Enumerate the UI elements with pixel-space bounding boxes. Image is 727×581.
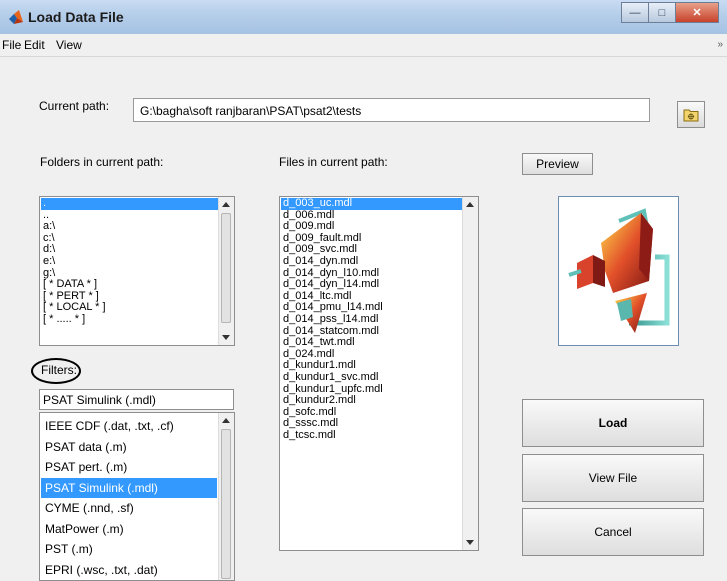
filter-options: IEEE CDF (.dat, .txt, .cf) PSAT data (.m)… [41, 416, 217, 581]
title-bar[interactable]: Load Data File — □ ✕ [0, 0, 727, 35]
minimize-button[interactable]: — [621, 2, 649, 23]
model-preview-graphic [568, 208, 670, 333]
filters-annotation-circle [31, 358, 81, 384]
current-path-label: Current path: [39, 99, 110, 113]
folders-label: Folders in current path: [40, 155, 164, 169]
minimize-icon: — [629, 6, 641, 19]
window-title: Load Data File [28, 9, 124, 25]
menu-edit[interactable]: Edit [24, 38, 45, 52]
file-list-item[interactable]: d_kundur1_svc.mdl [281, 371, 462, 384]
menu-overflow-icon[interactable]: » [717, 39, 723, 50]
filter-option[interactable]: MatPower (.m) [41, 519, 217, 540]
files-scrollbar[interactable] [462, 197, 478, 550]
folders-scrollbar[interactable] [218, 197, 234, 345]
files-listbox[interactable]: d_003_uc.mdl d_006.mdl d_009.mdl d_009_faul… [279, 196, 479, 551]
file-list-item[interactable]: d_014_pss_l14.mdl [281, 313, 462, 326]
load-button[interactable]: Load [522, 399, 704, 447]
folder-list-item[interactable]: . [41, 197, 218, 210]
filter-select[interactable]: PSAT Simulink (.mdl) [39, 389, 234, 410]
scroll-thumb[interactable] [221, 213, 231, 323]
folders-items: ... a:\ c:\ d:\ e:\ g:\[ * DATA * ][ * PERT *… [41, 197, 218, 326]
close-icon: ✕ [692, 7, 702, 19]
filter-option[interactable]: CYME (.nnd, .sf) [41, 498, 217, 519]
cancel-button[interactable]: Cancel [522, 508, 704, 556]
current-path-field[interactable]: G:\bagha\soft ranjbaran\PSAT\psat2\tests [133, 98, 650, 122]
scroll-up-icon[interactable] [222, 418, 230, 423]
matlab-logo-icon [9, 10, 23, 24]
filter-option[interactable]: IEEE CDF (.dat, .txt, .cf) [41, 416, 217, 437]
filter-option[interactable]: PSAT data (.m) [41, 437, 217, 458]
scroll-down-icon[interactable] [466, 540, 474, 545]
scroll-up-icon[interactable] [466, 202, 474, 207]
folder-list-item[interactable]: [ * ..... * ] [41, 313, 218, 326]
window-controls: — □ ✕ [621, 2, 719, 23]
folder-list-item[interactable]: e:\ [41, 255, 218, 268]
filter-option[interactable]: EPRI (.wsc, .txt, .dat) [41, 560, 217, 581]
file-list-item[interactable]: d_tcsc.mdl [281, 429, 462, 442]
filter-option[interactable]: PSAT pert. (.m) [41, 457, 217, 478]
menu-bar: File Edit View » [0, 34, 727, 57]
scroll-down-icon[interactable] [222, 335, 230, 340]
menu-file[interactable]: File [2, 38, 21, 52]
folder-icon [683, 109, 699, 121]
file-list-item[interactable]: d_kundur2.mdl [281, 394, 462, 407]
close-button[interactable]: ✕ [675, 2, 719, 23]
filter-scrollbar[interactable] [218, 413, 234, 580]
scroll-up-icon[interactable] [222, 202, 230, 207]
files-items: d_003_uc.mdl d_006.mdl d_009.mdl d_009_faul… [281, 197, 462, 442]
browse-folder-button[interactable] [677, 101, 705, 128]
folder-list-item[interactable]: d:\ [41, 244, 218, 256]
file-list-item[interactable]: d_014_twt.mdl [281, 337, 462, 349]
preview-image [558, 196, 679, 346]
filter-option[interactable]: PST (.m) [41, 539, 217, 560]
maximize-button[interactable]: □ [648, 2, 676, 23]
view-file-button[interactable]: View File [522, 454, 704, 502]
folder-list-item[interactable]: a:\ [41, 221, 218, 233]
folder-list-item[interactable]: .. [41, 209, 218, 222]
menu-view[interactable]: View [56, 38, 82, 52]
file-list-item[interactable]: d_014_dyn.mdl [281, 255, 462, 268]
scroll-thumb[interactable] [221, 429, 231, 579]
file-list-item[interactable]: d_014_dyn_l14.mdl [281, 279, 462, 291]
folder-list-item[interactable]: [ * DATA * ] [41, 279, 218, 291]
file-list-item[interactable]: d_003_uc.mdl [281, 197, 462, 210]
folders-listbox[interactable]: ... a:\ c:\ d:\ e:\ g:\[ * DATA * ][ * PERT *… [39, 196, 235, 346]
preview-button[interactable]: Preview [522, 153, 593, 175]
files-label: Files in current path: [279, 155, 388, 169]
maximize-icon: □ [658, 6, 666, 19]
folder-list-item[interactable]: c:\ [41, 232, 218, 245]
filter-option[interactable]: PSAT Simulink (.mdl) [41, 477, 217, 498]
filter-dropdown-list[interactable]: IEEE CDF (.dat, .txt, .cf) PSAT data (.m)… [39, 412, 235, 581]
